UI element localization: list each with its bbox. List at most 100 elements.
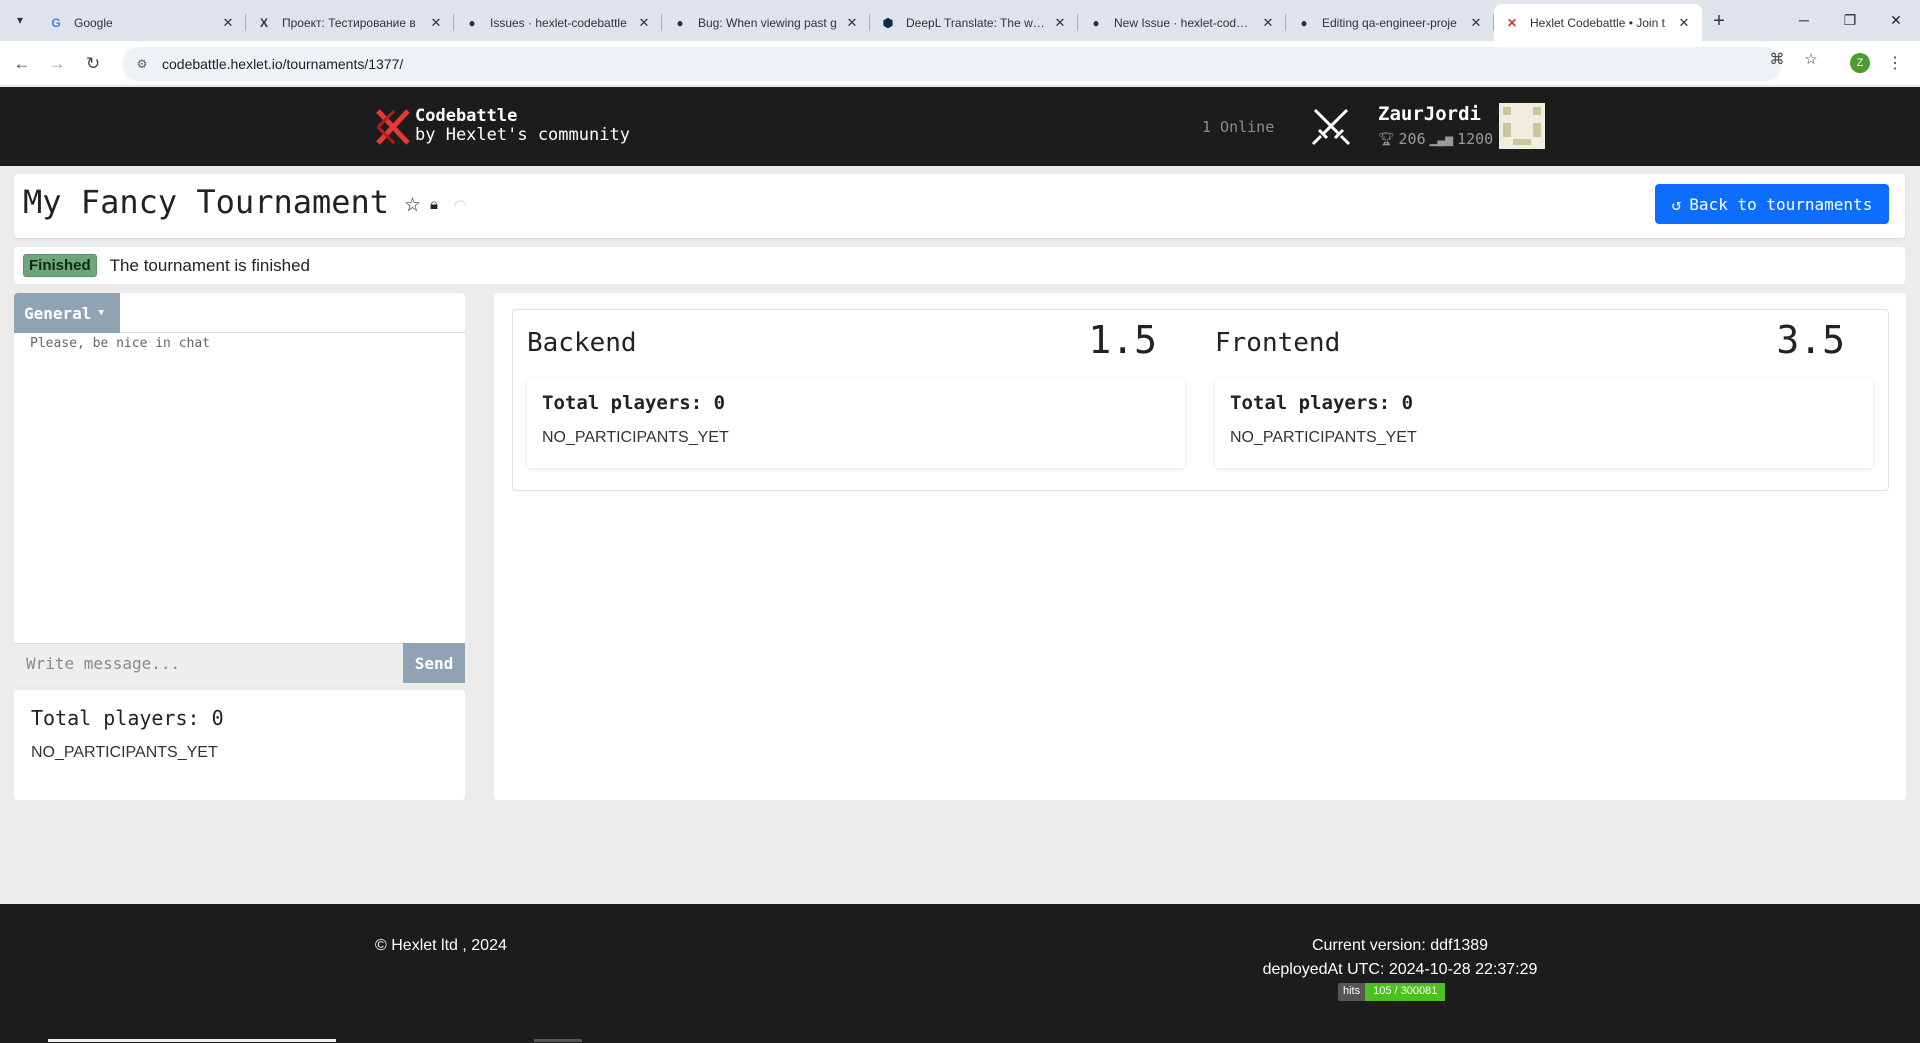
tab-title: New Issue · hexlet-codeba: [1114, 15, 1254, 30]
codebattle-icon: ✕: [1506, 15, 1518, 30]
reload-icon[interactable]: ↻: [78, 49, 108, 79]
hits-badge[interactable]: hits 105 / 300081: [1338, 983, 1446, 1001]
logo-text[interactable]: Codebattle by Hexlet's community: [415, 107, 630, 145]
back-arrow-icon[interactable]: ←: [7, 49, 37, 79]
star-icon[interactable]: ☆: [404, 194, 421, 217]
tab-search-icon[interactable]: ▾: [8, 8, 32, 32]
site-header: Codebattle by Hexlet's community 1 Onlin…: [0, 87, 1920, 166]
close-icon[interactable]: ✕: [844, 15, 860, 31]
avatar[interactable]: [1499, 103, 1545, 149]
close-icon[interactable]: ✕: [1260, 15, 1276, 31]
team-players-note: NO_PARTICIPANTS_YET: [1230, 429, 1417, 446]
crossed-swords-icon[interactable]: [1309, 104, 1353, 148]
version-text: Current version: ddf1389: [1311, 937, 1489, 954]
codebattle-logo-icon[interactable]: [374, 107, 412, 147]
browser-tab[interactable]: ⬢ DeepL Translate: The worl ✕: [870, 4, 1078, 41]
github-icon: ●: [1092, 15, 1100, 30]
team-name: Frontend: [1215, 328, 1341, 358]
browser-tab-bar: ▾ G Google ✕ X Проект: Тестирование в ✕ …: [0, 0, 1920, 41]
browser-tab[interactable]: G Google ✕: [38, 4, 246, 41]
tab-title: Bug: When viewing past g: [698, 15, 837, 30]
browser-tab-active[interactable]: ✕ Hexlet Codebattle • Join t ✕: [1494, 4, 1702, 41]
site-footer: © Hexlet ltd , 2024 Current version: ddf…: [0, 904, 1920, 1043]
address-bar: ← → ↻ ⚙ codebattle.hexlet.io/tournaments…: [0, 41, 1920, 86]
profile-avatar[interactable]: Z: [1850, 53, 1870, 73]
user-name[interactable]: ZaurJordi: [1378, 103, 1481, 125]
taskbar-strip-2: [534, 1039, 582, 1042]
chat-room-dropdown[interactable]: General ▼: [14, 293, 120, 333]
logo-title: Codebattle: [415, 106, 518, 126]
tab-title: Google: [74, 15, 113, 30]
user-stats: 🏆︎ 206 ▁▃▅ 1200: [1378, 130, 1493, 148]
chat-panel: General ▼ Please, be nice in chat Send: [14, 293, 465, 683]
teams-panel: Backend 1.5 Total players: 0 NO_PARTICIP…: [494, 293, 1906, 800]
team-players-box: Total players: 0 NO_PARTICIPANTS_YET: [1215, 378, 1873, 468]
close-icon[interactable]: ✕: [428, 15, 444, 31]
window-close-icon[interactable]: ✕: [1876, 4, 1916, 36]
players-title: Total players: 0: [31, 706, 224, 730]
wifi-icon: ◠: [454, 197, 468, 214]
tab-title: Editing qa-engineer-proje: [1322, 15, 1457, 30]
team-score: 3.5: [1776, 318, 1845, 362]
hexlet-icon: X: [259, 15, 268, 30]
close-icon[interactable]: ✕: [636, 15, 652, 31]
github-icon: ●: [468, 15, 476, 30]
chat-tabs: General ▼: [14, 293, 465, 333]
team-players-box: Total players: 0 NO_PARTICIPANTS_YET: [527, 378, 1185, 468]
browser-tab[interactable]: ● New Issue · hexlet-codeba ✕: [1078, 4, 1286, 41]
user-rating: 1200: [1457, 130, 1494, 148]
minimize-icon[interactable]: ─: [1784, 4, 1824, 36]
team-players-title: Total players: 0: [542, 392, 726, 414]
hits-value: 105 / 300081: [1365, 983, 1446, 1001]
copyright-text: © Hexlet ltd , 2024: [375, 937, 507, 954]
team-backend: Backend 1.5 Total players: 0 NO_PARTICIP…: [513, 310, 1185, 492]
tournament-header: My Fancy Tournament ☆ 🔒︎ ◠ ↺ Back to tou…: [14, 174, 1905, 238]
tab-strip: G Google ✕ X Проект: Тестирование в ✕ ● …: [38, 4, 1702, 41]
hits-label: hits: [1338, 983, 1366, 1001]
players-panel: Total players: 0 NO_PARTICIPANTS_YET: [14, 690, 465, 800]
browser-tab[interactable]: ● Issues · hexlet-codebattle ✕: [454, 4, 662, 41]
url-field[interactable]: ⚙ codebattle.hexlet.io/tournaments/1377/: [122, 47, 1782, 81]
team-frontend: Frontend 3.5 Total players: 0 NO_PARTICI…: [1201, 310, 1873, 492]
send-button[interactable]: Send: [403, 643, 465, 683]
user-trophies: 206: [1398, 130, 1426, 148]
team-score: 1.5: [1088, 318, 1157, 362]
team-name: Backend: [527, 328, 637, 358]
browser-menu-icon[interactable]: ⋮: [1885, 51, 1905, 75]
browser-tab[interactable]: ● Editing qa-engineer-proje ✕: [1286, 4, 1494, 41]
new-tab-icon[interactable]: +: [1706, 8, 1732, 34]
status-badge: Finished: [23, 254, 97, 277]
close-icon[interactable]: ✕: [1676, 15, 1692, 31]
github-icon: ●: [676, 15, 684, 30]
deepl-icon: ⬢: [882, 15, 894, 30]
browser-tab[interactable]: X Проект: Тестирование в ✕: [246, 4, 454, 41]
tab-title: Issues · hexlet-codebattle: [490, 15, 627, 30]
close-icon[interactable]: ✕: [1052, 15, 1068, 31]
close-icon[interactable]: ✕: [220, 15, 236, 31]
chat-notice: Please, be nice in chat: [30, 336, 211, 351]
logo-subtitle: by Hexlet's community: [415, 125, 630, 145]
restore-icon[interactable]: ❐: [1830, 4, 1870, 36]
tab-title: Hexlet Codebattle • Join t: [1530, 15, 1665, 30]
deployed-text: deployedAt UTC: 2024-10-28 22:37:29: [1262, 961, 1538, 978]
team-players-title: Total players: 0: [1230, 392, 1414, 414]
site-info-icon[interactable]: ⚙: [132, 57, 152, 71]
rating-bars-icon: ▁▃▅: [1429, 131, 1454, 147]
tab-title: DeepL Translate: The worl: [906, 15, 1046, 30]
translate-icon[interactable]: ⌘: [1767, 49, 1787, 69]
lock-icon: 🔒︎: [430, 196, 438, 213]
browser-tab[interactable]: ● Bug: When viewing past g ✕: [662, 4, 870, 41]
caret-down-icon: ▼: [98, 308, 104, 318]
bookmark-star-icon[interactable]: ☆: [1801, 49, 1821, 69]
chat-message-input[interactable]: [14, 643, 403, 683]
forward-arrow-icon[interactable]: →: [42, 49, 72, 79]
chat-room-label: General: [24, 303, 92, 323]
tab-title: Проект: Тестирование в: [282, 15, 416, 30]
team-players-note: NO_PARTICIPANTS_YET: [542, 429, 729, 446]
back-to-tournaments-button[interactable]: ↺ Back to tournaments: [1655, 184, 1889, 224]
chat-input-row: Send: [14, 643, 465, 683]
online-counter: 1 Online: [1202, 118, 1275, 136]
tournament-status-bar: Finished The tournament is finished: [14, 247, 1905, 284]
url-text: codebattle.hexlet.io/tournaments/1377/: [162, 56, 404, 72]
close-icon[interactable]: ✕: [1468, 15, 1484, 31]
